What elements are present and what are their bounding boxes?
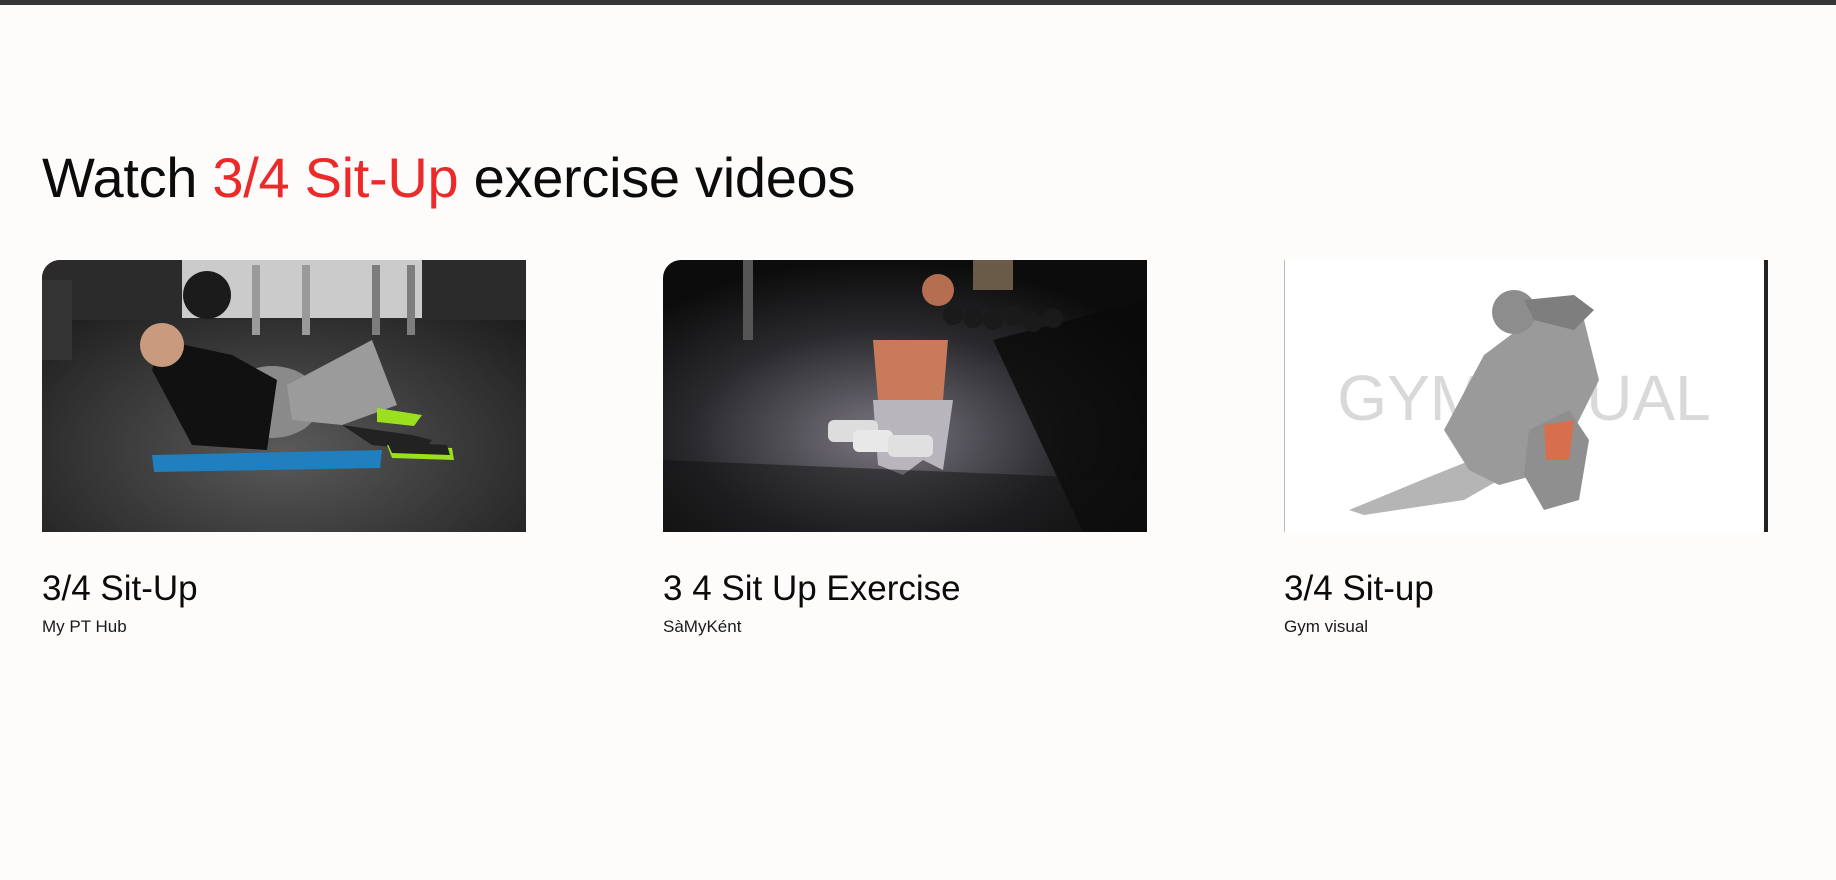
video-thumbnail[interactable]: GYMVISUAL bbox=[1284, 260, 1768, 532]
video-author: My PT Hub bbox=[42, 617, 127, 636]
video-title[interactable]: 3 4 Sit Up Exercise bbox=[663, 566, 961, 612]
video-thumbnail-image: GYMVISUAL bbox=[1284, 260, 1768, 532]
video-card[interactable]: 3 4 Sit Up Exercise SàMyKént bbox=[663, 260, 1147, 636]
video-thumbnail-image bbox=[42, 260, 526, 532]
video-thumbnail[interactable] bbox=[42, 260, 526, 532]
video-thumbnail-image bbox=[663, 260, 1147, 532]
video-author: Gym visual bbox=[1284, 617, 1369, 636]
video-title[interactable]: 3/4 Sit-Up bbox=[42, 566, 198, 612]
video-card[interactable]: GYMVISUAL 3/4 Sit-up Gym visual bbox=[1284, 260, 1768, 636]
video-thumbnail[interactable] bbox=[663, 260, 1147, 532]
page-title-highlight: 3/4 Sit-Up bbox=[212, 146, 459, 209]
page-title-prefix: Watch bbox=[42, 146, 213, 209]
page-title: Watch 3/4 Sit-Up exercise videos bbox=[42, 140, 855, 216]
top-bar bbox=[0, 0, 1836, 5]
video-author: SàMyKént bbox=[663, 617, 742, 636]
page-title-suffix: exercise videos bbox=[458, 146, 856, 209]
video-title[interactable]: 3/4 Sit-up bbox=[1284, 566, 1434, 612]
video-card[interactable]: 3/4 Sit-Up My PT Hub bbox=[42, 260, 526, 636]
